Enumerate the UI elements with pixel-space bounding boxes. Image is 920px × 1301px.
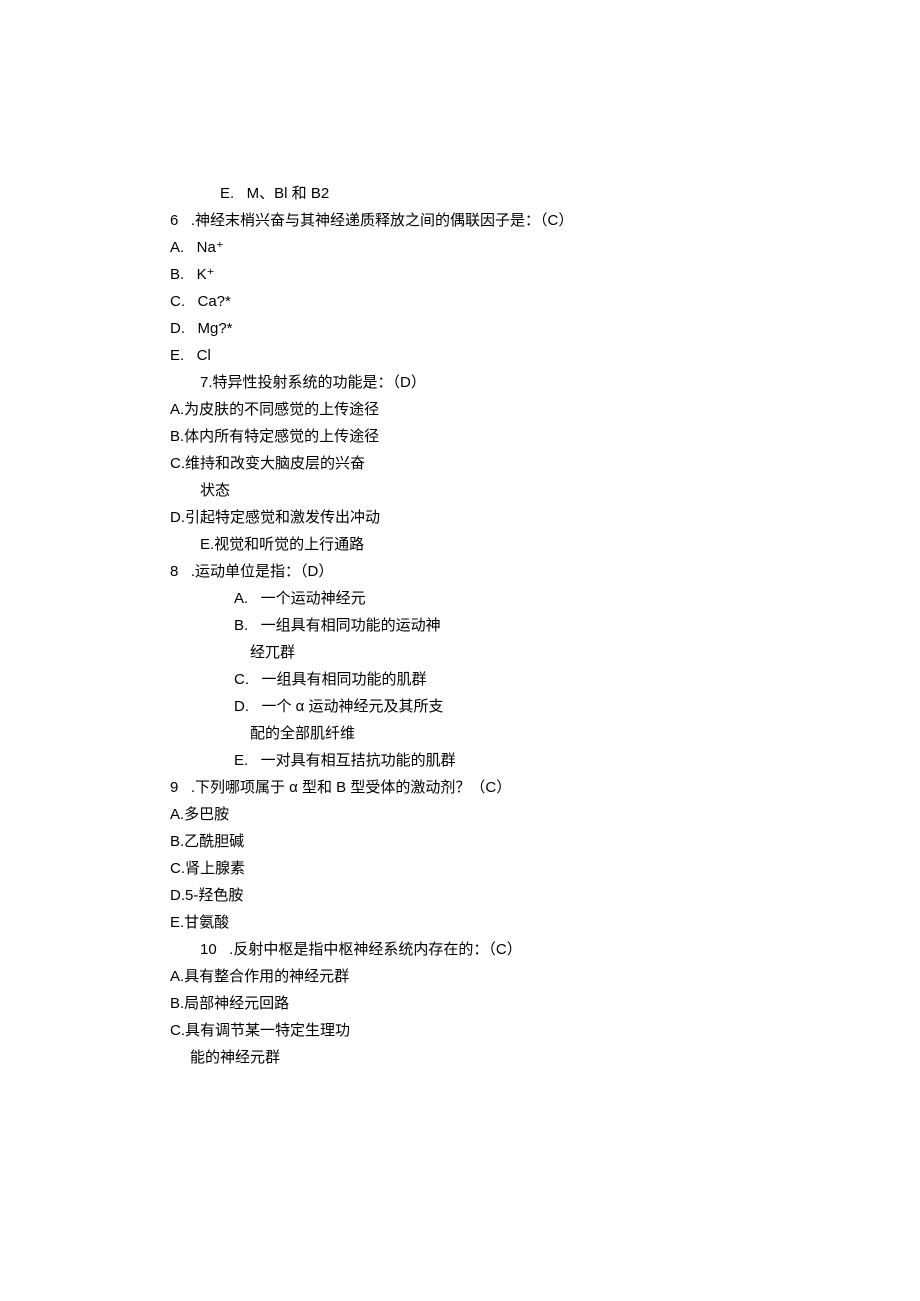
- text-line: 能的神经元群: [170, 1044, 790, 1071]
- text-line: C.维持和改变大脑皮层的兴奋: [170, 450, 790, 477]
- text-line: B.体内所有特定感觉的上传途径: [170, 423, 790, 450]
- text-line: 7.特异性投射系统的功能是：（D）: [170, 369, 790, 396]
- text-line: C.肾上腺素: [170, 855, 790, 882]
- text-line: 配的全部肌纤维: [170, 720, 790, 747]
- text-line: 6 .神经末梢兴奋与其神经递质释放之间的偶联因子是：（C）: [170, 207, 790, 234]
- text-line: B. 一组具有相同功能的运动神: [170, 612, 790, 639]
- text-line: A. 一个运动神经元: [170, 585, 790, 612]
- text-line: A. Na⁺: [170, 234, 790, 261]
- text-line: D. 一个 α 运动神经元及其所支: [170, 693, 790, 720]
- text-line: A.多巴胺: [170, 801, 790, 828]
- text-line: A.具有整合作用的神经元群: [170, 963, 790, 990]
- text-line: D.引起特定感觉和激发传出冲动: [170, 504, 790, 531]
- text-line: E.视觉和听觉的上行通路: [170, 531, 790, 558]
- document-page: E. M、Bl 和 B2 6 .神经末梢兴奋与其神经递质释放之间的偶联因子是：（…: [0, 0, 920, 1271]
- text-line: B. K⁺: [170, 261, 790, 288]
- text-line: D. Mg?*: [170, 315, 790, 342]
- text-line: 10 .反射中枢是指中枢神经系统内存在的：（C）: [170, 936, 790, 963]
- text-line: C.具有调节某一特定生理功: [170, 1017, 790, 1044]
- text-line: A.为皮肤的不同感觉的上传途径: [170, 396, 790, 423]
- text-line: B.乙酰胆碱: [170, 828, 790, 855]
- text-line: 经兀群: [170, 639, 790, 666]
- text-line: C. Ca?*: [170, 288, 790, 315]
- text-line: E. Cl: [170, 342, 790, 369]
- text-line: 9 .下列哪项属于 α 型和 B 型受体的激动剂？（C）: [170, 774, 790, 801]
- text-line: E. M、Bl 和 B2: [170, 180, 790, 207]
- text-line: D.5-羟色胺: [170, 882, 790, 909]
- text-line: 8 .运动单位是指：（D）: [170, 558, 790, 585]
- text-line: E. 一对具有相互拮抗功能的肌群: [170, 747, 790, 774]
- text-line: B.局部神经元回路: [170, 990, 790, 1017]
- text-line: C. 一组具有相同功能的肌群: [170, 666, 790, 693]
- text-line: E.甘氨酸: [170, 909, 790, 936]
- text-line: 状态: [170, 477, 790, 504]
